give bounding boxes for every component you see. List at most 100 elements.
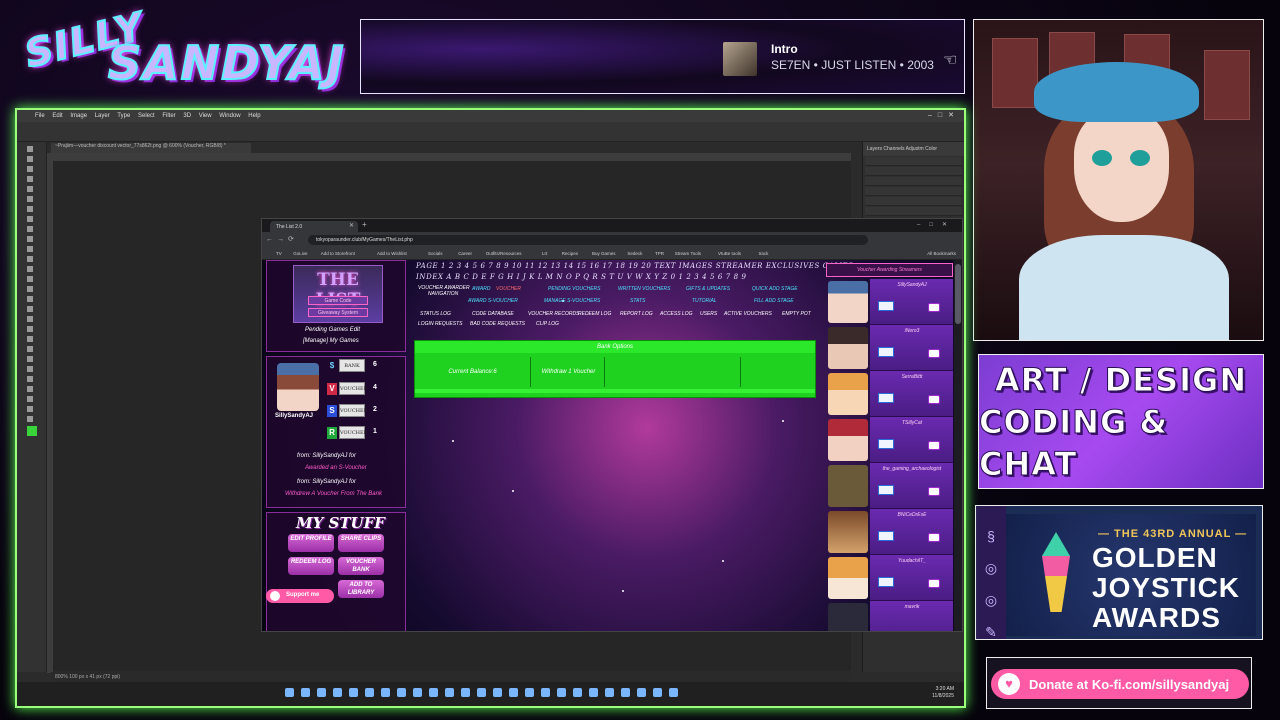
pending-games-link[interactable]: Pending Games Edit <box>305 327 360 333</box>
r-voucher-row[interactable]: R VOUCHER 1 <box>327 426 395 440</box>
voucher-row[interactable]: V VOUCHER 4 <box>327 382 395 396</box>
bookmark-item[interactable]: TPR <box>655 251 664 256</box>
menu-filter[interactable]: Filter <box>162 113 175 119</box>
users-link[interactable]: USERS <box>700 311 717 317</box>
add-to-library-button[interactable]: ADD TO LIBRARY <box>338 580 384 598</box>
twitch-icon[interactable] <box>928 533 940 542</box>
bookmark-item[interactable]: Sedeck <box>627 251 642 256</box>
empty-pot-link[interactable]: EMPTY POT <box>782 311 811 317</box>
taskbar-apps[interactable] <box>285 688 685 697</box>
close-tab-icon[interactable]: ✕ <box>349 222 354 229</box>
r-voucher-button[interactable]: VOUCHER <box>339 426 367 439</box>
bank-row[interactable]: $ BANK 6 <box>327 359 395 373</box>
page-scrollbar[interactable] <box>954 260 962 631</box>
member-row[interactable]: mavrik <box>826 601 953 631</box>
bookmark-item[interactable]: Stream Tools <box>675 251 701 256</box>
kofi-donate-link[interactable]: ♥ Donate at Ko-fi.com/sillysandyaj <box>991 669 1249 699</box>
voucher-button[interactable]: VOUCHER <box>339 382 367 395</box>
redeem-log-button[interactable]: REDEEM LOG <box>288 557 334 575</box>
stats-link[interactable]: STATS <box>630 298 645 304</box>
member-row[interactable]: the_gaming_archaeologist <box>826 463 953 509</box>
member-row[interactable]: iNero3 <box>826 325 953 371</box>
twitch-icon[interactable] <box>928 487 940 496</box>
address-bar[interactable]: tokyoparaunder.club/MyGames/TheList.php <box>308 235 868 245</box>
taskbar-clock[interactable]: 3:20 AM 11/8/2025 <box>932 686 954 700</box>
status-log-link[interactable]: STATUS LOG <box>420 311 451 317</box>
username[interactable]: SillySandyAJ <box>275 413 313 419</box>
gifts-link[interactable]: GIFTS & UPDATES <box>686 286 730 292</box>
browser-window-controls[interactable]: –□✕ <box>917 221 956 228</box>
member-row[interactable]: YuudachiIT_ <box>826 555 953 601</box>
bad-code-requests-link[interactable]: BAD CODE REQUESTS <box>470 321 525 327</box>
bookmark-item[interactable]: Add to Storefront <box>321 251 355 256</box>
menu-window[interactable]: Window <box>219 113 240 119</box>
manage-svouchers-link[interactable]: MANAGE S-VOUCHERS <box>544 298 600 304</box>
member-row[interactable]: SillySandyAJ <box>826 279 953 325</box>
panel-tabs[interactable]: Layers Channels Adjustm Color <box>863 142 964 156</box>
bookmark-item[interactable]: track <box>759 251 769 256</box>
bank-option-empty[interactable] <box>607 357 741 387</box>
menu-view[interactable]: View <box>199 113 212 119</box>
support-me-button[interactable]: Support me <box>266 589 334 603</box>
bookmark-item[interactable]: Lrt <box>542 251 547 256</box>
twitch-icon[interactable] <box>928 303 940 312</box>
tools-panel[interactable] <box>17 142 47 672</box>
avatar[interactable] <box>277 363 319 411</box>
award-link[interactable]: AWARD <box>472 286 490 292</box>
page-index[interactable]: PAGE 1 2 3 4 5 6 7 8 9 10 11 12 13 14 15… <box>416 262 853 270</box>
twitch-icon[interactable] <box>928 579 940 588</box>
voucher-records-link[interactable]: VOUCHER RECORDS <box>528 311 579 317</box>
voucher-bank-button[interactable]: VOUCHER BANK <box>338 557 384 575</box>
member-row[interactable]: TSillyCat <box>826 417 953 463</box>
menu-edit[interactable]: Edit <box>52 113 62 119</box>
bookmark-item[interactable]: Add to Wishlist <box>377 251 407 256</box>
bank-button[interactable]: BANK <box>339 359 365 372</box>
new-tab-icon[interactable]: + <box>362 220 367 229</box>
menu-select[interactable]: Select <box>138 113 155 119</box>
bank-option-empty[interactable] <box>743 357 815 387</box>
menu-help[interactable]: Help <box>248 113 260 119</box>
menu-3d[interactable]: 3D <box>183 113 191 119</box>
alpha-index[interactable]: INDEX A B C D E F G H I J K L M N O P Q … <box>416 273 747 281</box>
written-vouchers-link[interactable]: WRITTEN VOUCHERS <box>618 286 671 292</box>
bookmark-item[interactable]: Career <box>458 251 472 256</box>
menu-type[interactable]: Type <box>117 113 130 119</box>
window-controls[interactable]: –□✕ <box>928 111 960 119</box>
code-database-link[interactable]: CODE DATABASE <box>472 311 514 317</box>
bookmark-item[interactable]: Socials <box>428 251 443 256</box>
bookmark-item[interactable]: GoLive <box>293 251 307 256</box>
options-bar[interactable] <box>17 122 964 142</box>
bookmark-item[interactable]: Buy Games <box>592 251 616 256</box>
the-list-logo[interactable]: THE LIST Game Code Giveaway System <box>293 265 383 323</box>
share-clips-button[interactable]: SHARE CLIPS <box>338 534 384 552</box>
voucher-link[interactable]: VOUCHER <box>496 286 521 292</box>
menu-layer[interactable]: Layer <box>95 113 110 119</box>
pending-vouchers-link[interactable]: PENDING VOUCHERS <box>548 286 601 292</box>
bookmark-item[interactable]: All Bookmarks <box>927 251 956 256</box>
nav-buttons[interactable]: ←→⟳ <box>266 235 298 243</box>
bookmark-item[interactable]: TV <box>276 251 282 256</box>
redeem-log-link[interactable]: REDEEM LOG <box>578 311 611 317</box>
edit-profile-button[interactable]: EDIT PROFILE <box>288 534 334 552</box>
bookmark-item[interactable]: Outfits/Resources <box>486 251 522 256</box>
bookmark-item[interactable]: Recipes <box>562 251 578 256</box>
active-vouchers-link[interactable]: ACTIVE VOUCHERS <box>724 311 772 317</box>
tutorial-link[interactable]: TUTORIAL <box>692 298 717 304</box>
menu-file[interactable]: File <box>35 113 45 119</box>
report-log-link[interactable]: REPORT LOG <box>620 311 653 317</box>
bookmark-item[interactable]: VtuBe tools <box>718 251 741 256</box>
manage-games-link[interactable]: [Manage] My Games <box>303 338 359 344</box>
access-log-link[interactable]: ACCESS LOG <box>660 311 693 317</box>
document-tab[interactable]: ~Prajiim—voucher discount vector_77s862t… <box>51 143 251 153</box>
twitch-icon[interactable] <box>928 441 940 450</box>
windows-taskbar[interactable]: 3:20 AM 11/8/2025 <box>17 682 964 706</box>
twitch-icon[interactable] <box>928 395 940 404</box>
quick-add-link[interactable]: QUICK ADD STAGE <box>752 286 798 292</box>
withdraw-voucher-button[interactable]: Withdraw 1 Voucher <box>533 357 605 387</box>
twitch-icon[interactable] <box>928 349 940 358</box>
fill-stage-link[interactable]: FILL ADD STAGE <box>754 298 794 304</box>
login-requests-link[interactable]: LOGIN REQUESTS <box>418 321 462 327</box>
clip-log-link[interactable]: CLIP LOG <box>536 321 559 327</box>
s-voucher-button[interactable]: VOUCHER <box>339 404 367 417</box>
award-svoucher-link[interactable]: AWARD S-VOUCHER <box>468 298 518 304</box>
